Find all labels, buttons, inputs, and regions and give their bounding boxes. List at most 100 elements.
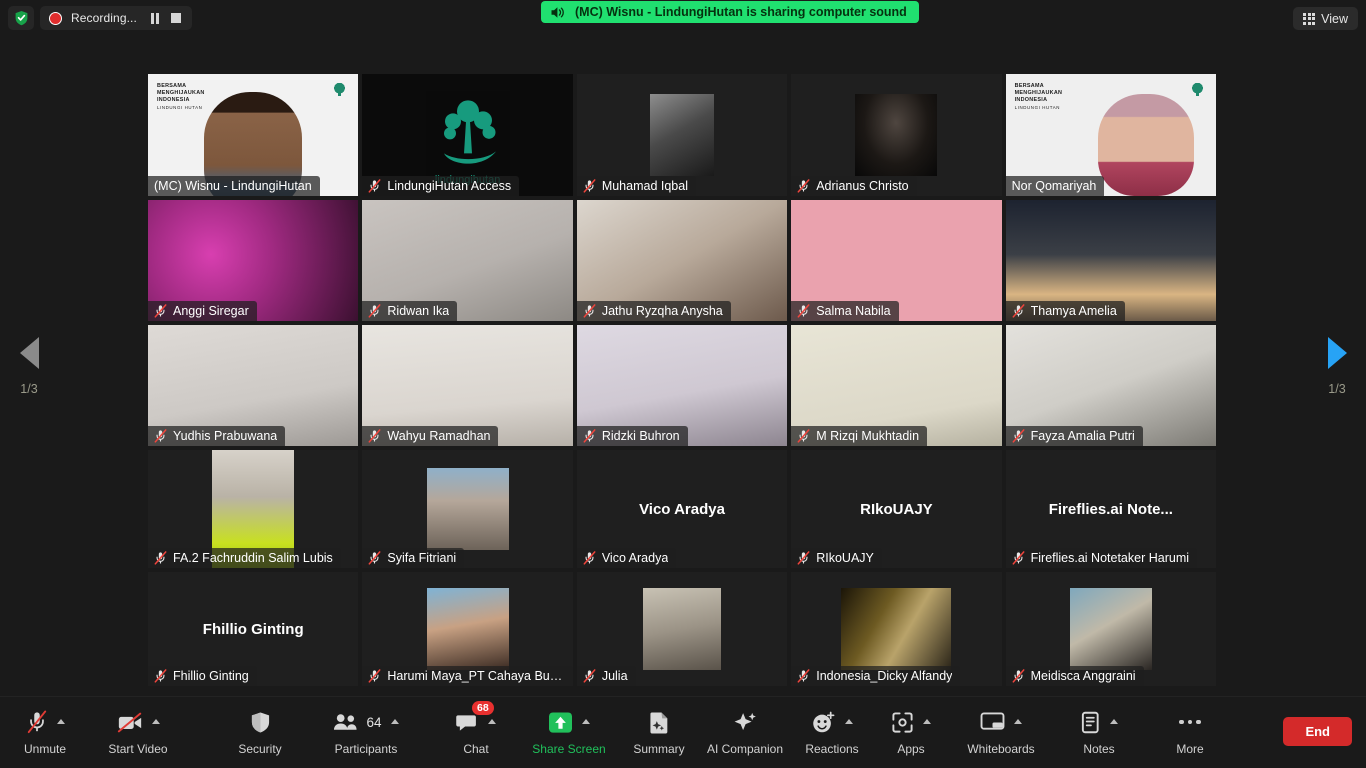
- mic-muted-icon: [154, 551, 167, 565]
- participant-name: Ridzki Buhron: [601, 429, 680, 443]
- chevron-up-icon[interactable]: [390, 718, 399, 724]
- apps-icon: [892, 711, 913, 733]
- toolbar-security-button[interactable]: Security: [200, 707, 320, 756]
- toolbar-button-label: Share Screen: [532, 742, 606, 756]
- mic-muted-icon: [583, 304, 596, 318]
- lindungihutan-logo-icon: [333, 83, 347, 99]
- participants-count: 64: [366, 714, 382, 730]
- recording-indicator[interactable]: Recording...: [40, 6, 193, 30]
- participant-name-bar: M Rizqi Mukhtadin: [791, 426, 928, 446]
- participant-tile[interactable]: Salma Nabila: [791, 200, 1002, 321]
- chevron-up-icon[interactable]: [582, 718, 590, 724]
- participant-tile[interactable]: Wahyu Ramadhan: [362, 325, 573, 446]
- avatar: [643, 588, 722, 670]
- mic-muted-icon: [368, 669, 381, 683]
- end-meeting-button[interactable]: End: [1283, 717, 1352, 746]
- participant-tile[interactable]: Julia: [576, 572, 788, 686]
- participant-name-bar: Muhamad Iqbal: [576, 176, 696, 196]
- avatar: [855, 94, 938, 176]
- toolbar-button-label: Whiteboards: [967, 742, 1035, 756]
- toolbar-button-label: Notes: [1083, 742, 1115, 756]
- stop-icon[interactable]: [171, 13, 182, 23]
- lindungihutan-logo-icon: [1191, 83, 1205, 99]
- chevron-up-icon[interactable]: [1110, 718, 1118, 724]
- previous-page-button[interactable]: 1/3: [0, 36, 58, 696]
- toolbar-more-button[interactable]: More: [1130, 707, 1250, 756]
- participant-name-bar: Thamya Amelia: [1005, 301, 1125, 321]
- participant-tile[interactable]: Jathu Ryzqha Anysha: [576, 200, 788, 321]
- participant-name: LindungiHutan Access: [387, 179, 512, 193]
- participant-name-bar: Julia: [576, 666, 636, 686]
- participant-tile[interactable]: BERSAMA MENGHIJAUKAN INDONESIA LINDUNGI HUT…: [148, 74, 359, 196]
- shield-icon: [251, 711, 269, 733]
- participant-name-bar: Fireflies.ai Notetaker Harumi: [1005, 548, 1198, 568]
- participant-tile[interactable]: Thamya Amelia: [1005, 200, 1217, 321]
- participant-tile[interactable]: Anggi Siregar: [148, 200, 359, 321]
- participant-tile[interactable]: Vico Aradya Vico Aradya: [576, 450, 788, 568]
- participant-name: Thamya Amelia: [1030, 304, 1117, 318]
- participant-name-bar: Fayza Amalia Putri: [1005, 426, 1143, 446]
- avatar: [1069, 588, 1152, 670]
- sharing-computer-sound-banner: (MC) Wisnu - LindungiHutan is sharing co…: [541, 1, 919, 23]
- toolbar-button-label: Summary: [633, 742, 685, 756]
- chat-unread-badge: 68: [472, 701, 494, 715]
- chevron-up-icon[interactable]: [488, 718, 496, 724]
- participant-name-bar: Meidisca Anggraini: [1005, 666, 1144, 686]
- participant-tile[interactable]: Yudhis Prabuwana: [148, 325, 359, 446]
- participant-tile[interactable]: Indonesia_Dicky Alfandy: [791, 572, 1002, 686]
- mic-muted-icon: [797, 429, 810, 443]
- participant-name-bar: Harumi Maya_PT Cahaya Bukit...: [362, 666, 573, 686]
- participant-name: Meidisca Anggraini: [1030, 669, 1136, 683]
- participant-tile[interactable]: Fhillio Ginting Fhillio Ginting: [148, 572, 359, 686]
- participant-name: Fireflies.ai Notetaker Harumi: [1030, 551, 1190, 565]
- gallery-row: FA.2 Fachruddin Salim Lubis Syifa Fitrian…: [148, 450, 1217, 572]
- lindungihutan-logo-icon: [425, 91, 510, 176]
- participant-tile[interactable]: Harumi Maya_PT Cahaya Bukit...: [362, 572, 573, 686]
- participant-tile[interactable]: Muhamad Iqbal: [576, 74, 788, 196]
- mic-muted-icon: [1012, 304, 1025, 318]
- gallery-row: BERSAMA MENGHIJAUKAN INDONESIA LINDUNGI HUT…: [148, 74, 1217, 200]
- speaker-icon: [551, 6, 564, 18]
- toolbar-participants-button[interactable]: 64 Participants: [306, 707, 426, 756]
- chevron-up-icon[interactable]: [923, 718, 931, 724]
- participant-name-bar: Syifa Fitriani: [362, 548, 465, 568]
- participant-name: M Rizqi Mukhtadin: [816, 429, 920, 443]
- participant-tile[interactable]: FA.2 Fachruddin Salim Lubis: [148, 450, 359, 568]
- avatar: [650, 94, 715, 176]
- recording-label: Recording...: [71, 11, 137, 25]
- meeting-info-shield-button[interactable]: [8, 6, 34, 30]
- toolbar-start-video-button[interactable]: Start Video: [78, 707, 198, 756]
- mic-muted-icon: [1012, 669, 1025, 683]
- chevron-up-icon[interactable]: [56, 718, 65, 724]
- participant-name-bar: Anggi Siregar: [148, 301, 257, 321]
- participant-tile[interactable]: RIkoUAJY RIkoUAJY: [791, 450, 1002, 568]
- view-button[interactable]: View: [1293, 7, 1358, 30]
- participant-tile[interactable]: BERSAMA MENGHIJAUKAN INDONESIA LINDUNGI HUT…: [1005, 74, 1217, 196]
- mic-muted-icon: [154, 304, 167, 318]
- participant-name: Vico Aradya: [601, 551, 669, 565]
- pause-icon[interactable]: [150, 12, 160, 24]
- participant-tile[interactable]: Fayza Amalia Putri: [1005, 325, 1217, 446]
- participant-gallery: BERSAMA MENGHIJAUKAN INDONESIA LINDUNGI HUT…: [148, 74, 1217, 690]
- chevron-up-icon[interactable]: [1014, 718, 1022, 724]
- participant-tile[interactable]: M Rizqi Mukhtadin: [791, 325, 1002, 446]
- participant-name-bar: (MC) Wisnu - LindungiHutan: [148, 176, 320, 196]
- participant-tile[interactable]: Meidisca Anggraini: [1005, 572, 1217, 686]
- participant-tile[interactable]: Syifa Fitriani: [362, 450, 573, 568]
- participant-tile[interactable]: Fireflies.ai Note... Fireflies.ai Notetak…: [1005, 450, 1217, 568]
- participant-tile[interactable]: lindungihutanLindungiHutan Access: [362, 74, 573, 196]
- participant-name-bar: Jathu Ryzqha Anysha: [576, 301, 731, 321]
- share-banner-text: (MC) Wisnu - LindungiHutan is sharing co…: [575, 5, 907, 19]
- chevron-right-icon: [1327, 336, 1347, 369]
- mic-muted-icon: [583, 429, 596, 443]
- participant-tile[interactable]: Ridwan Ika: [362, 200, 573, 321]
- participant-tile[interactable]: Ridzki Buhron: [576, 325, 788, 446]
- avatar: [841, 588, 952, 670]
- participant-name: Anggi Siregar: [173, 304, 249, 318]
- participant-tile[interactable]: Adrianus Christo: [791, 74, 1002, 196]
- participant-name: Fayza Amalia Putri: [1030, 429, 1135, 443]
- mic-muted-icon: [368, 179, 381, 193]
- next-page-button[interactable]: 1/3: [1308, 36, 1366, 696]
- chevron-up-icon[interactable]: [151, 718, 160, 724]
- avatar: [426, 468, 509, 550]
